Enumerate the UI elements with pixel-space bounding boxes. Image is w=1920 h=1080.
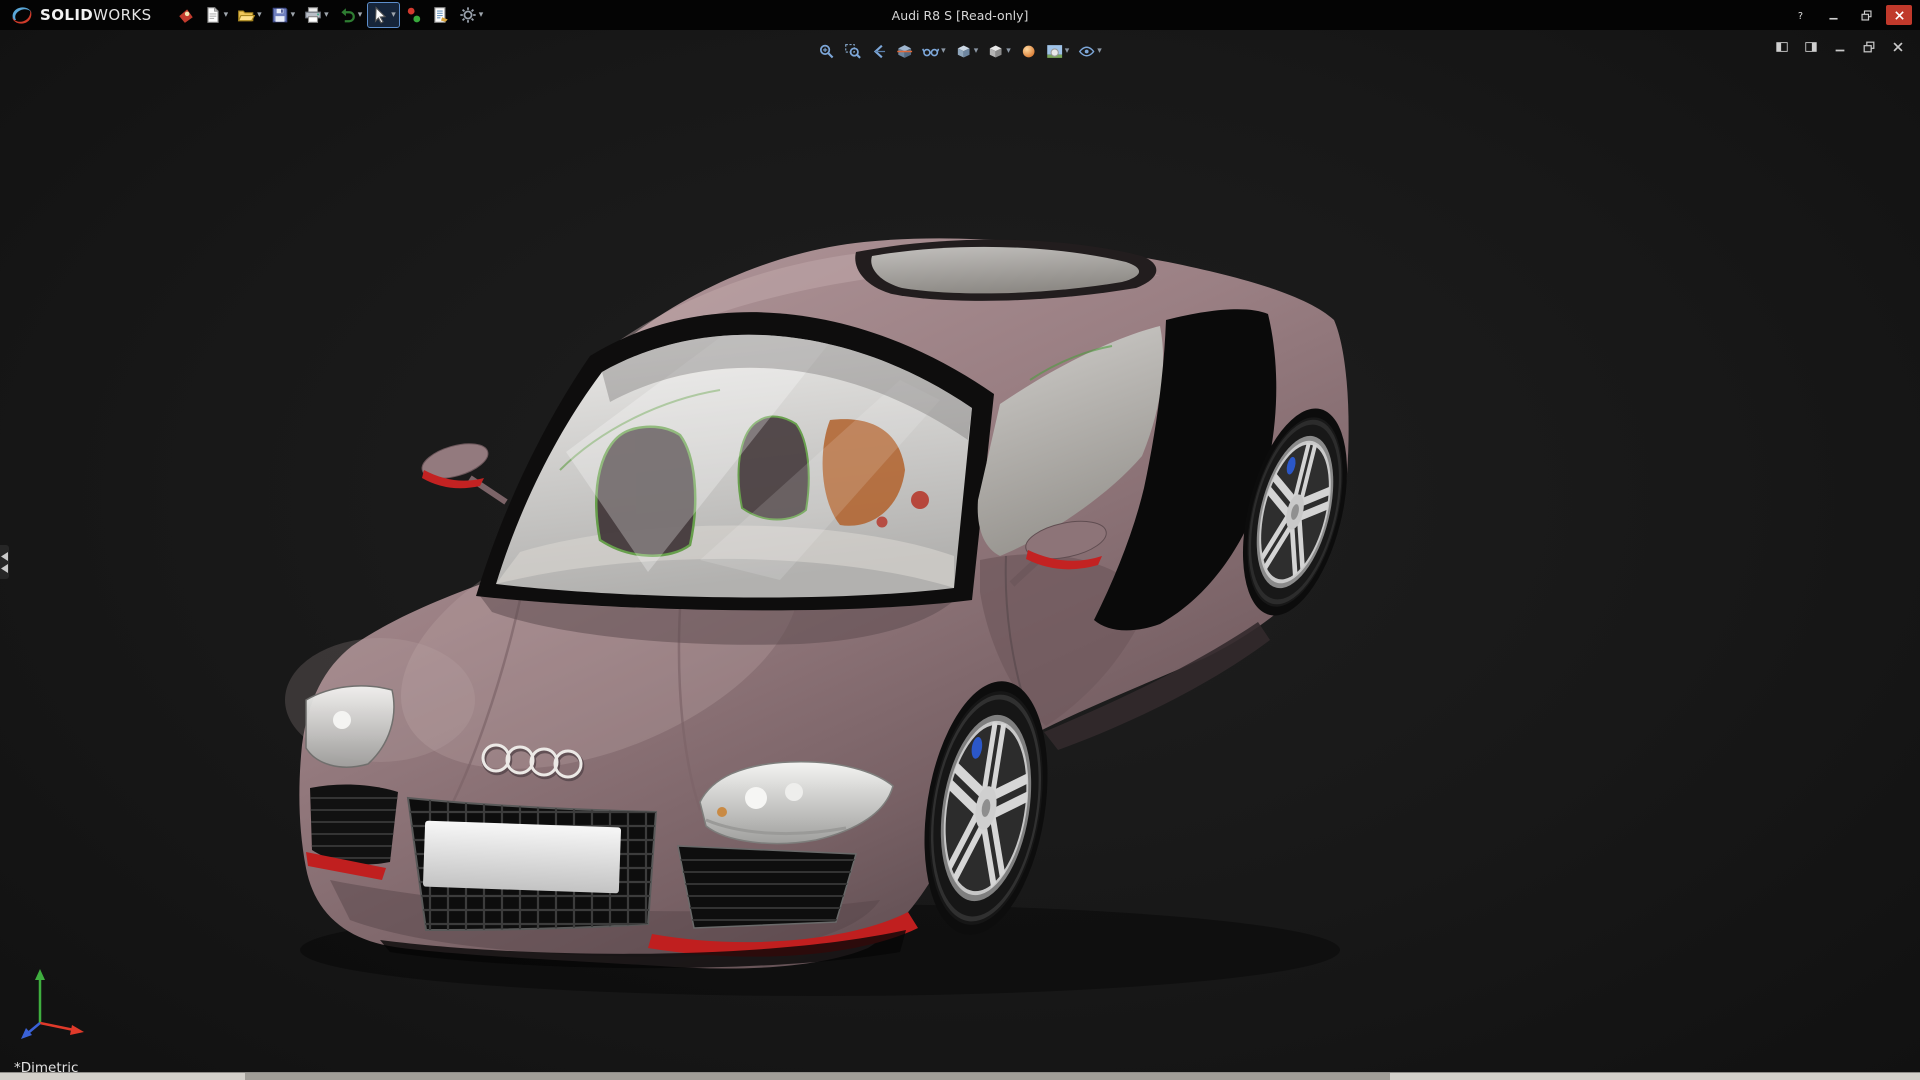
model-render-audi-r8[interactable] (0, 30, 1920, 1073)
document-window-controls (1772, 38, 1908, 56)
solidworks-brand: SOLIDWORKS (0, 0, 152, 30)
file-properties-icon (432, 6, 450, 24)
select-icon (371, 6, 389, 24)
triad-x-axis (40, 1023, 84, 1035)
menu-flyout-button[interactable] (174, 3, 198, 27)
license-plate[interactable] (423, 821, 621, 894)
options-dropdown[interactable]: ▾ (479, 11, 484, 20)
status-bar-segment (245, 1073, 1390, 1080)
graphics-area[interactable]: ▾▾▾▾▾ *Dimetric (0, 30, 1920, 1073)
rebuild-button[interactable] (402, 3, 426, 27)
print-document-button[interactable]: ▾ (301, 3, 332, 27)
rear-window[interactable] (855, 240, 1156, 301)
zoom-to-fit-button[interactable] (816, 40, 837, 62)
view-orientation-button[interactable]: ▾ (953, 40, 981, 62)
help-icon: ? (1794, 9, 1807, 22)
options-button[interactable]: ▾ (456, 3, 487, 27)
status-bar (0, 1072, 1920, 1080)
undo-button[interactable]: ▾ (335, 3, 366, 27)
hide-show-items-button[interactable]: ▾ (920, 40, 948, 62)
brand-text: SOLIDWORKS (40, 6, 152, 24)
restore-window-icon (1860, 9, 1873, 22)
new-document-icon (204, 6, 222, 24)
show-task-pane-button[interactable] (1801, 38, 1821, 56)
save-document-dropdown[interactable]: ▾ (291, 11, 296, 20)
save-document-icon (271, 6, 289, 24)
print-document-icon (304, 6, 322, 24)
display-style-icon (987, 43, 1004, 60)
show-task-pane-icon (1804, 40, 1818, 54)
triad-z-axis (21, 1023, 40, 1039)
triad-y-axis (35, 969, 45, 1023)
main-toolbar: ▾ ▾ ▾ ▾ ▾ ▾ ▾ (174, 3, 487, 27)
intake-left[interactable] (306, 785, 402, 865)
window-title: Audi R8 S [Read-only] (892, 0, 1029, 30)
undo-dropdown[interactable]: ▾ (358, 11, 363, 20)
minimize-window-icon (1827, 9, 1840, 22)
save-document-button[interactable]: ▾ (268, 3, 299, 27)
options-icon (459, 6, 477, 24)
undo-icon (338, 6, 356, 24)
new-document-dropdown[interactable]: ▾ (224, 11, 229, 20)
close-window-icon (1893, 9, 1906, 22)
close-document-icon (1891, 40, 1905, 54)
close-document-button[interactable] (1888, 38, 1908, 56)
select-dropdown[interactable]: ▾ (391, 11, 396, 20)
minimize-window-button[interactable] (1820, 5, 1846, 25)
help-button[interactable]: ? (1787, 5, 1813, 25)
minimize-document-button[interactable] (1830, 38, 1850, 56)
open-document-button[interactable]: ▾ (234, 3, 265, 27)
hide-show-items-dropdown[interactable]: ▾ (941, 47, 946, 56)
open-document-icon (237, 6, 255, 24)
edit-appearance-button[interactable] (1018, 40, 1039, 62)
apply-scene-button[interactable]: ▾ (1044, 40, 1072, 62)
headsup-view-toolbar: ▾ ▾ ▾ ▾ ▾ (816, 40, 1104, 62)
display-style-dropdown[interactable]: ▾ (1006, 47, 1011, 56)
windshield[interactable] (476, 312, 994, 610)
apply-scene-dropdown[interactable]: ▾ (1065, 47, 1070, 56)
previous-view-icon (870, 43, 887, 60)
file-properties-button[interactable] (429, 3, 453, 27)
view-settings-icon (1078, 43, 1095, 60)
previous-view-button[interactable] (868, 40, 889, 62)
minimize-document-icon (1833, 40, 1847, 54)
front-grille[interactable] (404, 796, 660, 934)
intake-right[interactable] (672, 846, 860, 928)
feature-panel-splitter[interactable] (0, 545, 9, 579)
section-view-icon (896, 43, 913, 60)
restore-document-icon (1862, 40, 1876, 54)
view-orientation-dropdown[interactable]: ▾ (974, 47, 979, 56)
hide-show-items-icon (922, 43, 939, 60)
brand-text-light: WORKS (93, 6, 151, 24)
view-settings-button[interactable]: ▾ (1076, 40, 1104, 62)
rebuild-icon (405, 6, 423, 24)
show-feature-pane-button[interactable] (1772, 38, 1792, 56)
svg-text:?: ? (1797, 11, 1802, 22)
section-view-button[interactable] (894, 40, 915, 62)
zoom-to-area-button[interactable] (842, 40, 863, 62)
menu-flyout-icon (177, 6, 195, 24)
zoom-to-area-icon (844, 43, 861, 60)
apply-scene-icon (1046, 43, 1063, 60)
dassault-systemes-logo (10, 4, 34, 26)
restore-window-button[interactable] (1853, 5, 1879, 25)
mirror-left[interactable] (418, 437, 506, 502)
open-document-dropdown[interactable]: ▾ (257, 11, 262, 20)
select-button[interactable]: ▾ (368, 3, 399, 27)
display-style-button[interactable]: ▾ (985, 40, 1013, 62)
edit-appearance-icon (1020, 43, 1037, 60)
print-document-dropdown[interactable]: ▾ (324, 11, 329, 20)
close-window-button[interactable] (1886, 5, 1912, 25)
window-controls: ? (1787, 0, 1912, 30)
brand-text-bold: SOLID (40, 6, 93, 24)
new-document-button[interactable]: ▾ (201, 3, 232, 27)
zoom-to-fit-icon (818, 43, 835, 60)
restore-document-button[interactable] (1859, 38, 1879, 56)
view-settings-dropdown[interactable]: ▾ (1097, 47, 1102, 56)
show-feature-pane-icon (1775, 40, 1789, 54)
view-orientation-icon (955, 43, 972, 60)
orientation-triad (16, 963, 100, 1047)
title-bar: SOLIDWORKS ▾ ▾ ▾ ▾ ▾ ▾ ▾ Audi R8 S [Read-only]… (0, 0, 1920, 30)
